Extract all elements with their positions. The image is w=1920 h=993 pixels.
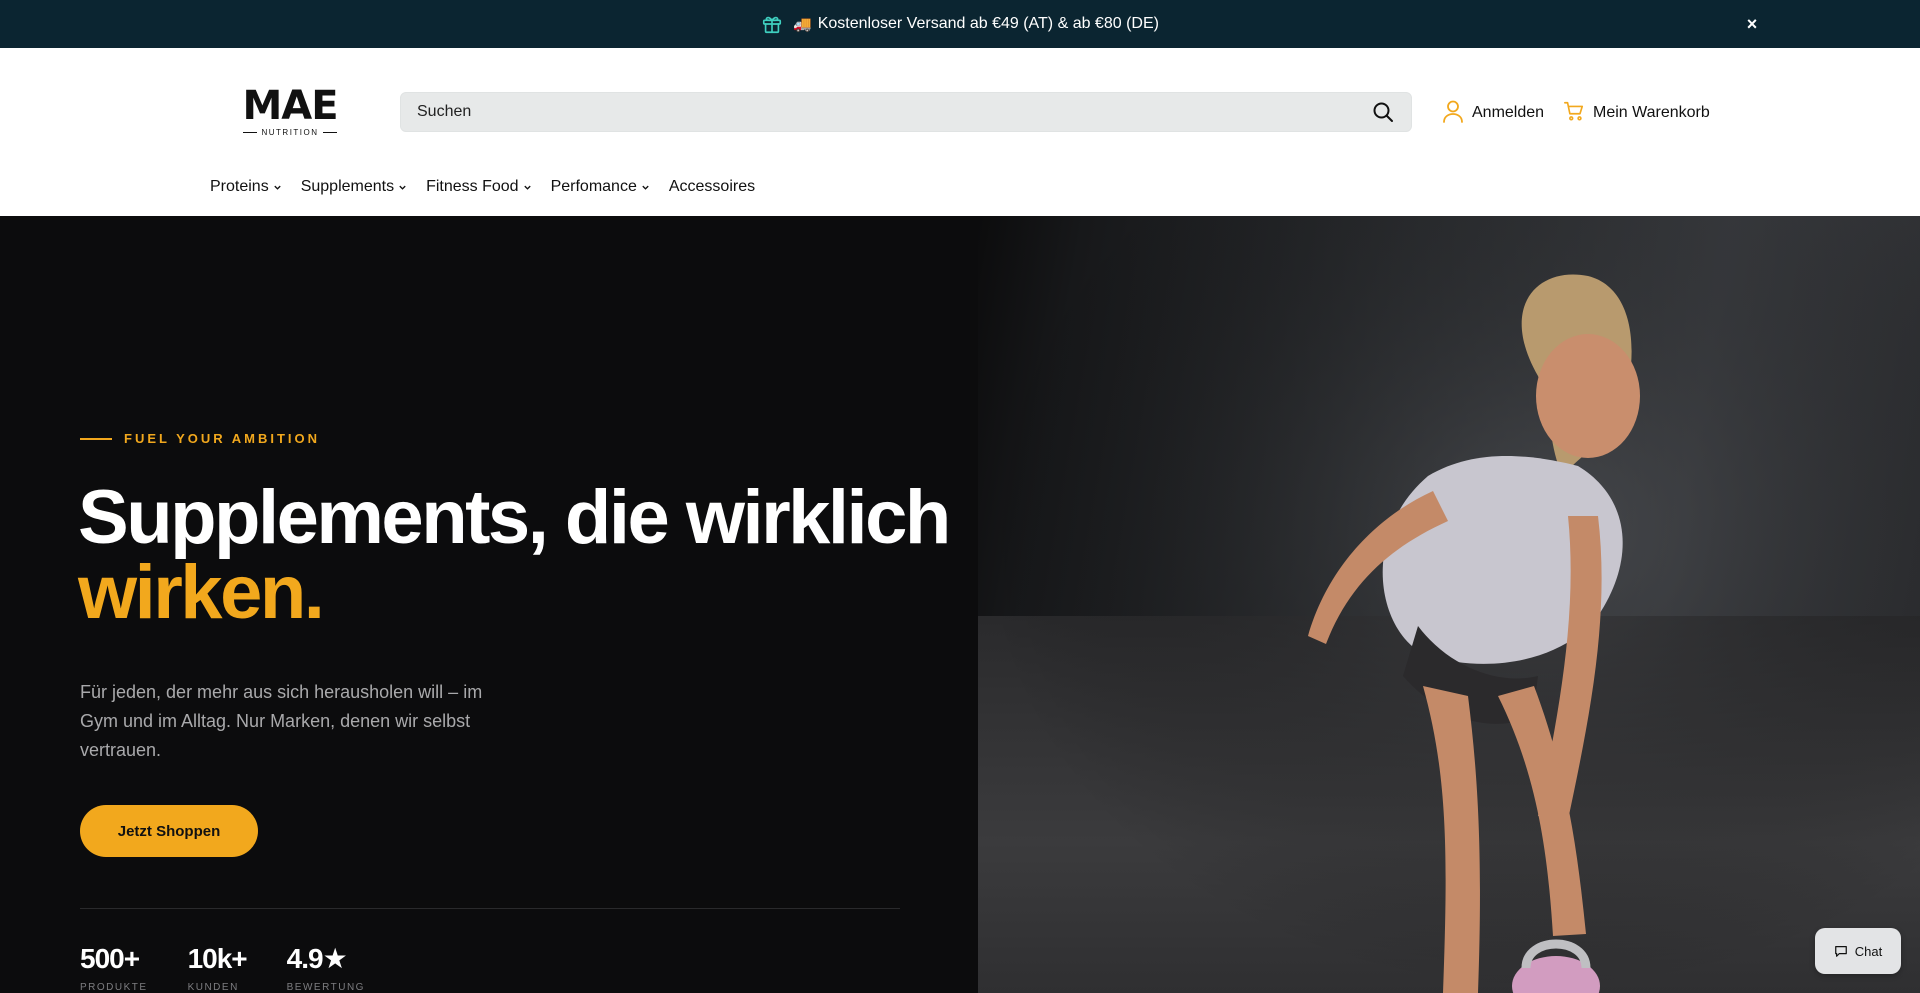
chevron-down-icon bbox=[274, 185, 281, 190]
main-nav: Proteins Supplements Fitness Food Perfom… bbox=[210, 176, 755, 198]
close-icon[interactable]: × bbox=[1742, 14, 1762, 34]
user-icon bbox=[1442, 99, 1464, 128]
athlete-silhouette bbox=[978, 216, 1920, 993]
hero-lead: Für jeden, der mehr aus sich herausholen… bbox=[80, 682, 483, 760]
chat-button[interactable]: Chat bbox=[1815, 928, 1901, 974]
hero-eyebrow: FUEL YOUR AMBITION bbox=[80, 431, 320, 446]
nav-label: Accessoires bbox=[668, 178, 756, 195]
logo-word: MAE bbox=[242, 83, 338, 129]
stat-rating: 4.9★ BEWERTUNG bbox=[287, 944, 365, 993]
hero-section: FUEL YOUR AMBITION Supplements, die wirk… bbox=[0, 216, 1920, 993]
site-header: MAE NUTRITION Suchen Anmelden Mein Waren… bbox=[0, 48, 1920, 216]
shop-now-button[interactable]: Jetzt Shoppen bbox=[80, 805, 258, 857]
cart-label: Mein Warenkorb bbox=[1593, 104, 1710, 121]
nav-item-proteins[interactable]: Proteins bbox=[210, 178, 282, 196]
eyebrow-line bbox=[80, 437, 112, 440]
logo[interactable]: MAE NUTRITION bbox=[236, 86, 344, 138]
hero-image bbox=[978, 216, 1920, 993]
logo-subline: NUTRITION bbox=[236, 128, 344, 137]
search-placeholder: Suchen bbox=[417, 103, 472, 120]
cart-icon bbox=[1563, 100, 1585, 127]
search-icon[interactable] bbox=[1371, 100, 1395, 124]
nav-item-supplements[interactable]: Supplements bbox=[301, 178, 407, 196]
nav-item-fitness-food[interactable]: Fitness Food bbox=[426, 178, 531, 196]
truck-icon: 🚚 bbox=[793, 16, 812, 33]
announcement-bar: 🚚 Kostenloser Versand ab €49 (AT) & ab €… bbox=[0, 0, 1920, 48]
stat-value: 500+ bbox=[80, 943, 140, 974]
announcement-text: Kostenloser Versand ab €49 (AT) & ab €80… bbox=[817, 15, 1159, 32]
logo-line-left bbox=[243, 131, 258, 134]
headline-line: Supplements, die wirklich bbox=[78, 475, 951, 560]
stat-customers: 10k+ KUNDEN bbox=[187, 943, 248, 993]
stat-products: 500+ PRODUKTE bbox=[80, 944, 148, 993]
stat-label: PRODUKTE bbox=[80, 982, 148, 993]
nav-label: Perfomance bbox=[550, 178, 637, 195]
chevron-down-icon bbox=[642, 185, 649, 190]
hero-stats: 500+ PRODUKTE 10k+ KUNDEN 4.9★ BEWERTUNG bbox=[80, 944, 365, 993]
hero-headline: Supplements, die wirklich wirken. bbox=[78, 480, 951, 635]
chat-bubble-icon bbox=[1834, 946, 1847, 957]
chevron-down-icon bbox=[523, 185, 531, 190]
nav-item-accessories[interactable]: Accessoires bbox=[669, 178, 755, 196]
chevron-down-icon bbox=[399, 185, 406, 190]
stats-divider bbox=[80, 908, 900, 909]
login-label: Anmelden bbox=[1472, 104, 1545, 121]
stat-label: KUNDEN bbox=[187, 982, 239, 993]
logo-sub-text: NUTRITION bbox=[261, 128, 319, 137]
stat-value: 4.9★ bbox=[286, 943, 348, 974]
stat-value: 10k+ bbox=[187, 943, 248, 974]
login-link[interactable]: Anmelden bbox=[1442, 100, 1544, 126]
nav-label: Proteins bbox=[210, 178, 269, 195]
logo-line-right bbox=[322, 131, 337, 134]
search-input[interactable]: Suchen bbox=[400, 92, 1412, 132]
headline-accent: wirken. bbox=[78, 550, 325, 635]
nav-label: Fitness Food bbox=[426, 178, 519, 195]
gift-icon bbox=[761, 13, 783, 35]
nav-item-performance[interactable]: Perfomance bbox=[551, 178, 650, 196]
cart-link[interactable]: Mein Warenkorb bbox=[1563, 100, 1710, 126]
chat-label: Chat bbox=[1854, 943, 1883, 959]
stat-label: BEWERTUNG bbox=[286, 982, 365, 993]
eyebrow-text: FUEL YOUR AMBITION bbox=[124, 431, 321, 446]
nav-label: Supplements bbox=[300, 178, 395, 195]
